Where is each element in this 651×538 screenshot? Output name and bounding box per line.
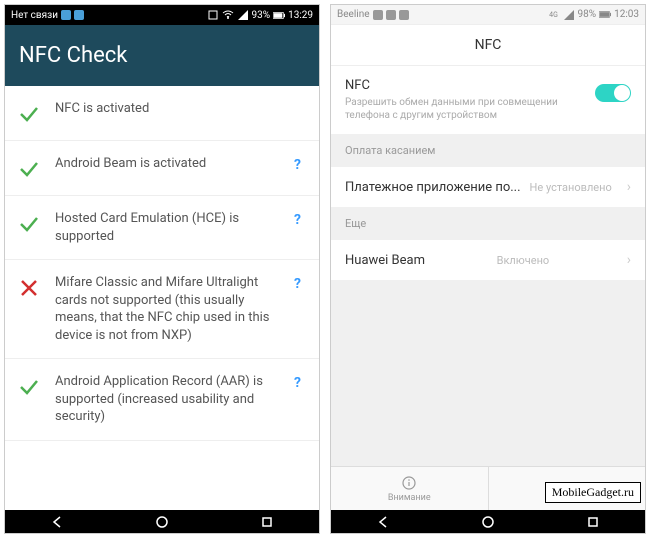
time-text: 13:29 [288,10,313,21]
info-icon [401,475,417,491]
check-text: Android Beam is activated [55,155,274,173]
app-title: NFC Check [19,43,127,68]
back-button[interactable] [42,514,72,530]
tab-attention[interactable]: Внимание [331,467,489,510]
android-navbar [5,510,319,533]
check-item[interactable]: Mifare Classic and Mifare Ultralight car… [5,260,319,359]
sim-icon [61,10,71,20]
chevron-right-icon: › [627,179,631,195]
check-text: NFC is activated [55,100,307,118]
check-ok-icon [17,212,41,236]
cross-fail-icon [17,276,41,300]
recent-button[interactable] [252,514,282,530]
sim-icon [74,10,84,20]
nfc-subtitle: Разрешить обмен данными при совмещении т… [345,96,587,122]
nfc-status-icon [207,9,219,21]
help-icon[interactable]: ? [288,212,307,228]
section-more: Еще [331,207,645,240]
nfc-label: NFC [345,78,587,93]
recent-button[interactable] [578,514,608,530]
check-text: Android Application Record (AAR) is supp… [55,373,274,426]
beam-label: Huawei Beam [345,253,425,268]
check-item[interactable]: NFC is activated [5,86,319,141]
carrier-text: Beeline [337,9,370,20]
battery-icon [599,9,611,21]
battery-text: 98% [578,9,597,20]
help-icon[interactable]: ? [288,157,307,173]
home-button[interactable] [147,514,177,530]
check-ok-icon [17,157,41,181]
data-4g-icon: 4G [548,9,560,21]
battery-icon [273,9,285,21]
nfc-toggle-row[interactable]: NFC Разрешить обмен данными при совмещен… [331,66,645,134]
notif-icon [399,10,409,20]
check-ok-icon [17,375,41,399]
phone-left-screenshot: Нет связи 93% 13:29 [4,4,320,534]
watermark: MobileGadget.ru [545,482,641,503]
signal-icon [563,9,575,21]
payment-app-row[interactable]: Платежное приложение по... Не установлен… [331,167,645,207]
carrier-text: Нет связи [11,10,58,21]
check-item[interactable]: Android Application Record (AAR) is supp… [5,359,319,441]
screen-title-text: NFC [475,37,502,53]
payment-label: Платежное приложение по... [345,180,521,195]
app-header: NFC Check [5,25,319,86]
phone-right-screenshot: Beeline 4G 98% 12:03 NFC [330,4,646,534]
android-navbar [331,510,645,533]
nfc-toggle[interactable] [595,84,631,102]
wifi-icon [222,9,234,21]
screen-title: NFC [331,25,645,66]
home-button[interactable] [473,514,503,530]
huawei-beam-row[interactable]: Huawei Beam Включено › [331,240,645,280]
time-text: 12:03 [614,9,639,20]
notif-icon [373,10,383,20]
signal-icon [237,9,249,21]
check-ok-icon [17,102,41,126]
check-item[interactable]: Android Beam is activated ? [5,141,319,196]
notif-icon [386,10,396,20]
check-text: Mifare Classic and Mifare Ultralight car… [55,274,274,344]
help-icon[interactable]: ? [288,276,307,292]
chevron-right-icon: › [627,252,631,268]
help-icon[interactable]: ? [288,375,307,391]
section-payment: Оплата касанием [331,134,645,167]
back-button[interactable] [368,514,398,530]
settings-body: NFC Разрешить обмен данными при совмещен… [331,66,645,486]
payment-value: Не установлено [530,181,612,194]
tab-label: Внимание [388,493,431,503]
check-text: Hosted Card Emulation (HCE) is supported [55,210,274,245]
statusbar-right: Beeline 4G 98% 12:03 [331,5,645,25]
check-list: NFC is activated Android Beam is activat… [5,86,319,441]
statusbar-left: Нет связи 93% 13:29 [5,5,319,25]
check-item[interactable]: Hosted Card Emulation (HCE) is supported… [5,196,319,260]
battery-text: 93% [252,10,271,21]
beam-value: Включено [497,254,550,267]
